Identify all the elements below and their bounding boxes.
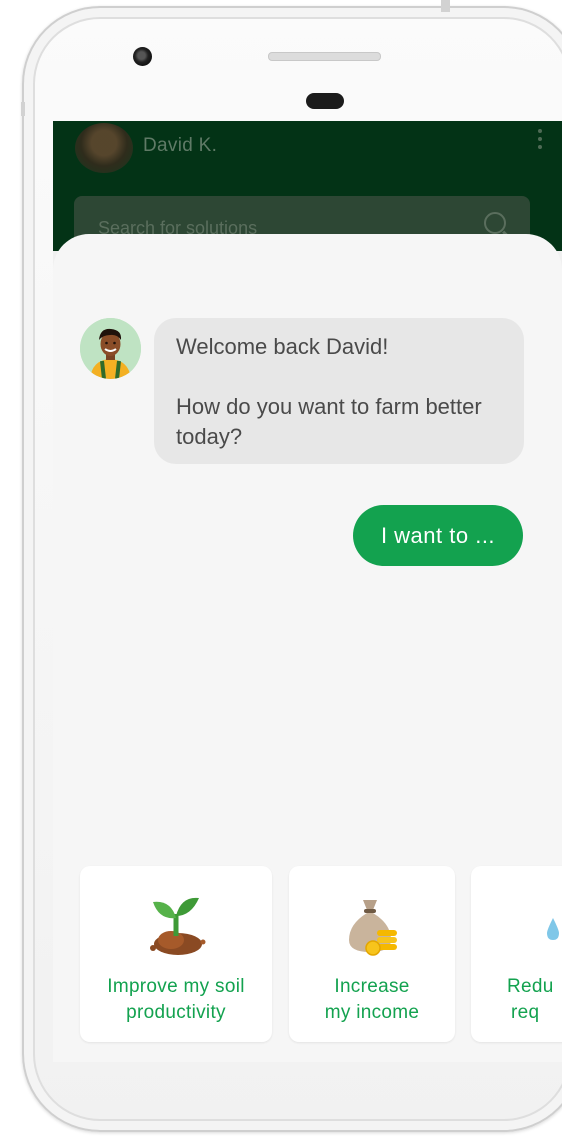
- front-camera-icon: [133, 47, 152, 66]
- suggestion-label: Redu req: [507, 974, 554, 1026]
- phone-top-button: [441, 0, 450, 12]
- app-header: David K. Search for solutions: [53, 121, 562, 256]
- more-options-icon[interactable]: [538, 129, 544, 153]
- money-bag-icon: [349, 900, 397, 956]
- question-text: How do you want to farm better today?: [176, 394, 482, 449]
- suggestion-line2: productivity: [126, 1002, 226, 1023]
- user-reply-bubble[interactable]: I want to ...: [353, 505, 523, 566]
- app-screen: David K. Search for solutions Welcome ba…: [53, 121, 562, 1062]
- suggestion-label: Increase my income: [289, 974, 455, 1026]
- greeting-text: Welcome back David!: [176, 334, 389, 359]
- suggestion-card-water[interactable]: Redu req: [471, 866, 562, 1042]
- suggestion-label: Improve my soil productivity: [80, 974, 272, 1026]
- suggestion-card-income[interactable]: Increase my income: [289, 866, 455, 1042]
- assistant-message-bubble: Welcome back David! How do you want to f…: [154, 318, 524, 464]
- phone-side-button: [21, 102, 25, 116]
- proximity-sensor: [306, 93, 344, 109]
- search-icon[interactable]: [484, 212, 506, 234]
- farmer-avatar-icon: [80, 318, 141, 379]
- water-drop-icon: [547, 918, 559, 940]
- suggestion-carousel[interactable]: Improve my soil productivity Increase my…: [53, 866, 562, 1042]
- earpiece-speaker: [268, 52, 381, 61]
- suggestion-line1: Improve my soil: [107, 976, 245, 997]
- suggestion-line2: my income: [324, 1002, 420, 1023]
- suggestion-line2: req: [511, 1002, 540, 1023]
- user-name: David K.: [143, 135, 218, 156]
- suggestion-card-soil[interactable]: Improve my soil productivity: [80, 866, 272, 1042]
- user-avatar[interactable]: [75, 123, 133, 173]
- suggestion-line1: Increase: [334, 976, 410, 997]
- suggestion-line1: Redu: [507, 976, 554, 997]
- assistant-avatar: [80, 318, 141, 379]
- chat-panel: Welcome back David! How do you want to f…: [53, 234, 562, 1062]
- sprout-icon: [150, 897, 206, 955]
